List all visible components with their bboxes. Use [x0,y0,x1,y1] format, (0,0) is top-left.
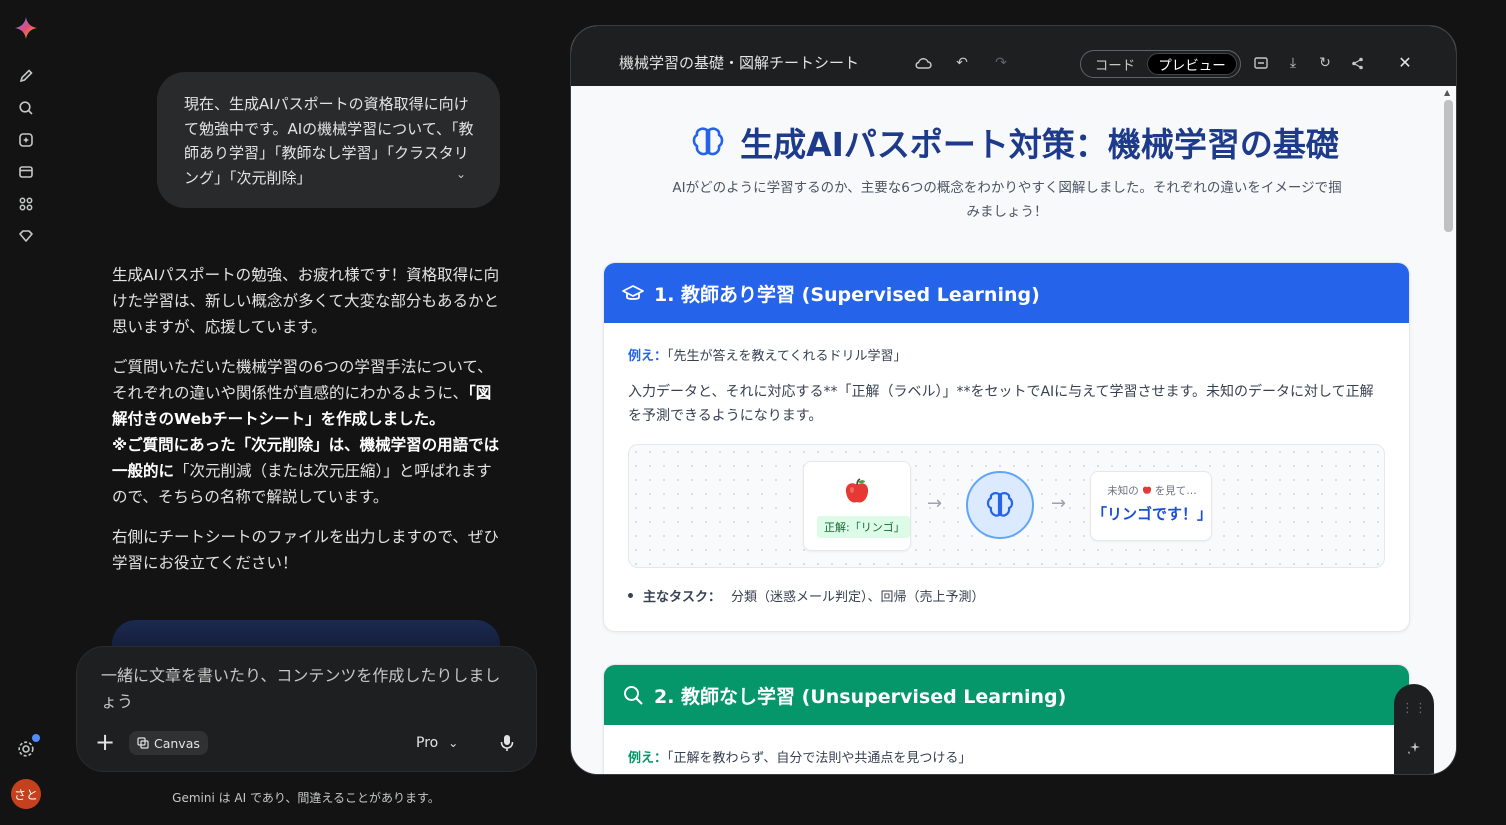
tab-preview[interactable]: プレビュー [1147,53,1237,75]
user-message-text: 現在、生成AIパスポートの資格取得に向けて勉強中です。AIの機械学習について、「… [184,95,474,187]
canvas-title: 機械学習の基礎・図解チートシート [619,54,860,72]
response-paragraph-3: 右側にチートシートのファイルを出力しますので、ぜひ学習にお役立てください！ [112,528,499,572]
library-icon[interactable] [16,162,36,182]
code-preview-toggle[interactable]: コード プレビュー [1080,50,1241,78]
gemini-logo[interactable] [14,16,38,40]
bullet [628,593,633,598]
supervised-diagram: 正解:「リンゴ」 → → 未知の を見て… 「リンゴです！」 [628,444,1385,568]
console-icon[interactable] [1251,54,1271,72]
user-message-bubble: 現在、生成AIパスポートの資格取得に向けて勉強中です。AIの機械学習について、「… [157,72,500,208]
graduation-cap-icon [622,285,644,300]
response-paragraph-2: ご質問いただいた機械学習の6つの学習手法について、それぞれの違いや関係性が直感的… [112,358,500,506]
redo-icon[interactable]: ↷ [991,54,1011,72]
prompt-composer[interactable]: 一緒に文章を書いたり、コンテンツを作成したりしましょう + Canvas Pro… [76,646,537,772]
refresh-icon[interactable]: ↻ [1315,54,1335,72]
canvas-icon [137,737,149,749]
section-header: 1. 教師あり学習 (Supervised Learning) [604,263,1409,323]
brain-icon [692,127,724,156]
add-icon[interactable]: + [93,730,117,755]
brain-icon [986,492,1014,517]
apple-icon [845,478,869,503]
share-icon[interactable] [1347,54,1367,72]
example-text: 「先生が答えを教えてくれるドリル学習」 [667,349,907,364]
section-body: 例え：「正解を教わらず、自分で法則や共通点を見つける」 [604,725,1409,766]
example-text: 「正解を教わらず、自分で法則や共通点を見つける」 [667,751,972,766]
page-subtitle: AIがどのように学習するのか、主要な6つの概念をわかりやすく図解しました。それぞ… [672,180,1342,220]
section-heading: 1. 教師あり学習 (Supervised Learning) [654,283,1040,306]
close-icon[interactable]: ✕ [1395,52,1415,72]
section-body: 例え：「先生が答えを教えてくれるドリル学習」 入力データと、それに対応する**「… [604,323,1409,605]
scroll-up-arrow[interactable]: ▲ [1444,88,1450,97]
floating-toolbar: ⋮⋮ [1394,684,1434,774]
settings-icon[interactable] [16,739,36,759]
cloud-saved-icon[interactable] [913,54,933,72]
search-icon[interactable] [16,98,36,118]
section-heading: 2. 教師なし学習 (Unsupervised Learning) [654,685,1067,708]
avatar[interactable]: さと [11,779,41,809]
arrow-right-icon: → [927,493,943,514]
chevron-down-icon[interactable]: ⌄ [446,163,476,185]
page-title-text: 生成AIパスポート対策：機械学習の基礎 [740,125,1339,164]
download-icon[interactable]: ⤓ [1283,54,1303,72]
chat-column: 現在、生成AIパスポートの資格取得に向けて勉強中です。AIの機械学習について、「… [52,0,560,825]
notification-dot [32,734,40,742]
prediction-text: 「リンゴです！」 [1091,505,1212,523]
ai-model-node [966,471,1034,539]
section-header: 2. 教師なし学習 (Unsupervised Learning) [604,665,1409,725]
preview-document: ▲ 生成AIパスポート対策：機械学習の基礎 AIがどのように学習するのか、主要な… [571,86,1456,774]
section-card-supervised: 1. 教師あり学習 (Supervised Learning) 例え：「先生が答… [603,262,1410,632]
model-selector[interactable]: Pro ⌄ [416,731,458,755]
example-line: 例え：「先生が答えを教えてくれるドリル学習」 [628,345,1385,364]
section-card-unsupervised: 2. 教師なし学習 (Unsupervised Learning) 例え：「正解… [603,664,1410,774]
undo-icon[interactable]: ↶ [952,54,972,72]
response-paragraph-1: 生成AIパスポートの勉強、お疲れ様です！資格取得に向けた学習は、新しい概念が多く… [112,266,500,336]
labeled-input-box: 正解:「リンゴ」 [803,461,911,551]
heart-icon[interactable] [16,226,36,246]
prediction-output-box: 未知の を見て… 「リンゴです！」 [1090,471,1212,541]
label-chip: 正解:「リンゴ」 [817,516,910,538]
page-title: 生成AIパスポート対策：機械学習の基礎 [571,118,1456,166]
canvas-label: Canvas [154,735,200,751]
drag-handle-icon[interactable]: ⋮⋮ [1401,698,1427,718]
gem-icon[interactable] [16,130,36,150]
task-label: 主なタスク： [643,590,722,605]
section-description: 入力データと、それに対応する**「正解（ラベル）」**をセットでAIに与えて学習… [628,384,1374,424]
tab-code[interactable]: コード [1083,53,1147,75]
chevron-down-icon: ⌄ [448,736,459,750]
apple-icon [1142,486,1151,494]
new-chat-icon[interactable] [16,66,36,86]
prompt-input[interactable]: 一緒に文章を書いたり、コンテンツを作成したりしましょう [101,663,501,715]
canvas-chip[interactable]: Canvas [129,731,208,755]
example-label: 例え： [628,751,668,766]
canvas-toolbar: 機械学習の基礎・図解チートシート ↶ ↷ コード プレビュー ⤓ ↻ ✕ [571,26,1456,86]
disclaimer-text: Gemini は AI であり、間違えることがあります。 [172,791,440,805]
apps-icon[interactable] [16,194,36,214]
example-line: 例え：「正解を教わらず、自分で法則や共通点を見つける」 [628,747,1385,766]
search-icon [624,686,643,705]
example-label: 例え： [628,349,668,364]
sparkle-edit-icon[interactable] [1404,738,1424,758]
main-task-item: 主なタスク： 分類（迷惑メール判定）、回帰（売上予測） [628,586,1385,605]
model-response: 生成AIパスポートの勉強、お疲れ様です！資格取得に向けた学習は、新しい概念が多く… [112,262,502,590]
arrow-right-icon: → [1051,493,1067,514]
canvas-panel: 機械学習の基礎・図解チートシート ↶ ↷ コード プレビュー ⤓ ↻ ✕ ▲ 生… [570,25,1457,775]
unknown-data-text: 未知の を見て… [1107,485,1197,497]
left-rail: さと [0,0,52,825]
model-label: Pro [416,735,439,751]
task-text: 分類（迷惑メール判定）、回帰（売上予測） [731,590,985,605]
microphone-icon[interactable] [495,729,519,757]
